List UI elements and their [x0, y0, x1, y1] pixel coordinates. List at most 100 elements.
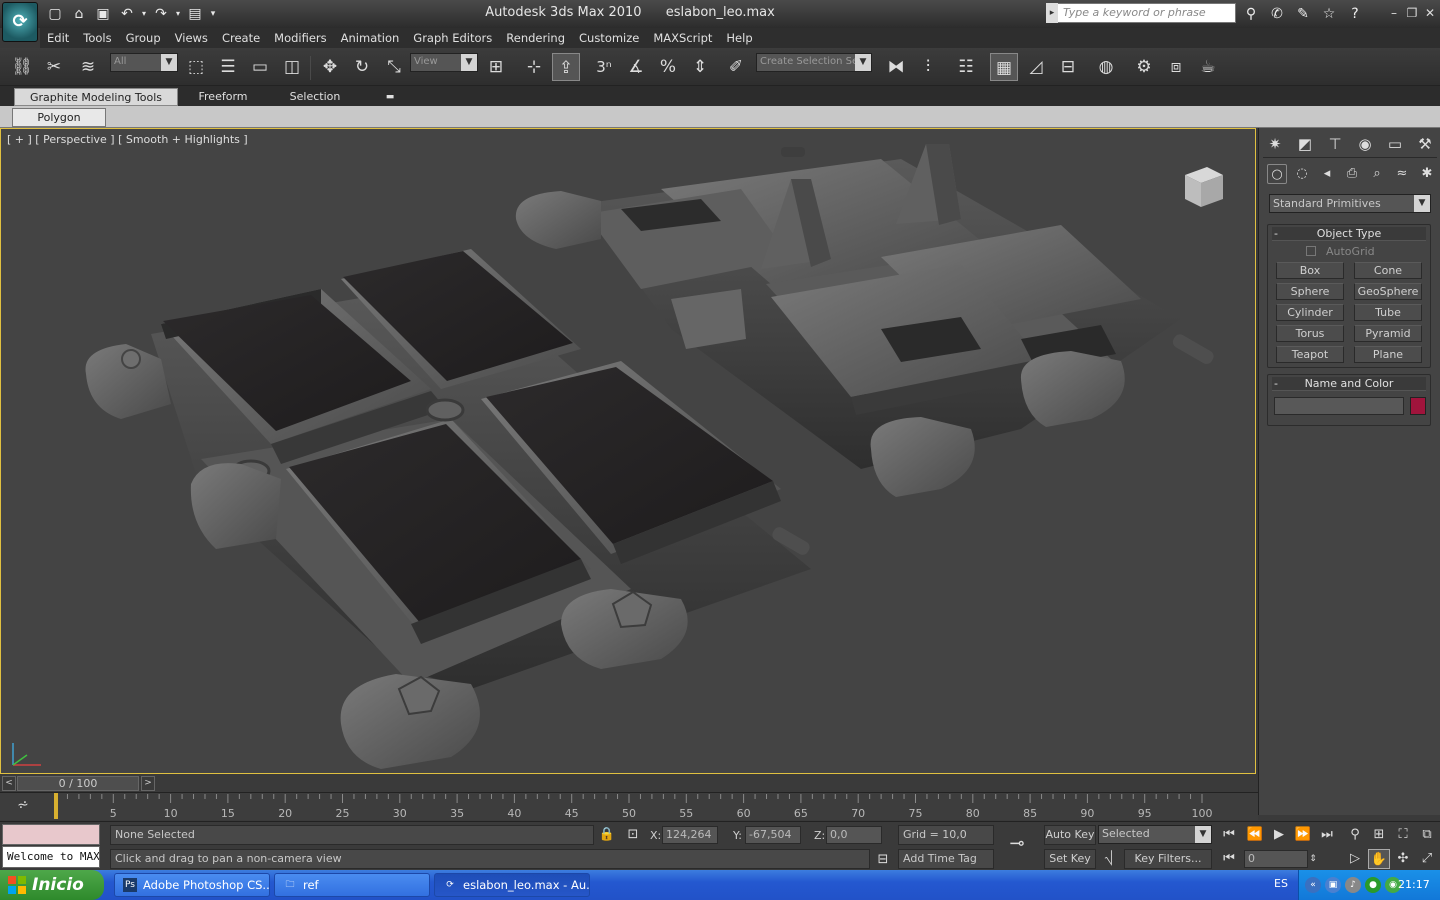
- graphite-toggle-icon[interactable]: ▦: [990, 53, 1018, 81]
- antivirus-icon[interactable]: ●: [1365, 877, 1381, 893]
- set-key-icon[interactable]: ⊸: [1006, 834, 1028, 854]
- object-type-rollout-header[interactable]: - Object Type: [1272, 227, 1426, 241]
- task-ref-folder[interactable]: 🗀 ref: [274, 873, 430, 897]
- selection-filter-dropdown[interactable]: All ▼: [110, 53, 178, 72]
- go-to-end-icon[interactable]: ⏭: [1316, 825, 1338, 845]
- maxscript-listener-input[interactable]: [2, 824, 100, 845]
- select-and-rotate-icon[interactable]: ↻: [348, 53, 376, 81]
- tab-selection[interactable]: Selection: [282, 88, 348, 106]
- communication-icon[interactable]: ✎: [1292, 3, 1314, 25]
- torus-button[interactable]: Torus: [1276, 325, 1344, 342]
- menu-edit[interactable]: Edit: [40, 28, 76, 48]
- time-tag-icon[interactable]: ⊟: [872, 850, 894, 870]
- tray-arrow-icon[interactable]: «: [1305, 877, 1321, 893]
- keyboard-shortcut-override-icon[interactable]: ⇪: [552, 53, 580, 81]
- box-button[interactable]: Box: [1276, 262, 1344, 279]
- zoom-all-icon[interactable]: ⊞: [1368, 825, 1390, 845]
- schematic-view-icon[interactable]: ⊟: [1054, 53, 1082, 81]
- task-3dsmax[interactable]: ⟳ eslabon_leo.max - Au...: [434, 873, 590, 897]
- previous-frame-icon[interactable]: <: [2, 776, 16, 791]
- primitive-category-dropdown[interactable]: Standard Primitives ▼: [1269, 194, 1431, 213]
- object-color-swatch[interactable]: [1410, 397, 1426, 415]
- angle-snap-icon[interactable]: ∡: [622, 53, 650, 81]
- favorites-star-icon[interactable]: ☆: [1318, 3, 1340, 25]
- select-object-icon[interactable]: ⬚: [182, 53, 210, 81]
- minimize-icon[interactable]: –: [1386, 4, 1402, 22]
- select-and-move-icon[interactable]: ✥: [316, 53, 344, 81]
- create-tab-icon[interactable]: ✷: [1263, 132, 1287, 156]
- help-icon[interactable]: ?: [1344, 3, 1366, 25]
- selection-lock-icon[interactable]: 🔒: [596, 825, 618, 845]
- frame-ruler[interactable]: 5 10 15 20 25 30 35 40 45 50 55 60 65 70 75 80 85 90 95 100: [52, 793, 1256, 821]
- curve-editor-mini-icon[interactable]: ⩫: [8, 797, 38, 817]
- menu-animation[interactable]: Animation: [334, 28, 407, 48]
- select-and-link-icon[interactable]: ⛓: [8, 53, 36, 81]
- named-selection-dropdown[interactable]: Create Selection Se ▼: [756, 53, 872, 72]
- menu-tools[interactable]: Tools: [76, 28, 118, 48]
- display-tab-icon[interactable]: ▭: [1383, 132, 1407, 156]
- modify-tab-icon[interactable]: ◩: [1293, 132, 1317, 156]
- next-frame-icon[interactable]: >: [141, 776, 155, 791]
- absolute-mode-transform-icon[interactable]: ⊡: [622, 825, 644, 845]
- zoom-extents-all-icon[interactable]: ⧉: [1416, 825, 1438, 845]
- menu-rendering[interactable]: Rendering: [499, 28, 572, 48]
- menu-views[interactable]: Views: [168, 28, 215, 48]
- next-key-icon[interactable]: ⏩: [1292, 825, 1314, 845]
- tab-freeform[interactable]: Freeform: [190, 88, 256, 106]
- material-editor-icon[interactable]: ◍: [1092, 53, 1120, 81]
- hierarchy-tab-icon[interactable]: ⊤: [1323, 132, 1347, 156]
- perspective-viewport[interactable]: [ + ] [ Perspective ] [ Smooth + Highlig…: [0, 128, 1256, 774]
- z-coordinate-input[interactable]: 0,0: [826, 826, 882, 844]
- align-icon[interactable]: ⫶: [914, 53, 942, 81]
- y-coordinate-input[interactable]: -67,504: [745, 826, 801, 844]
- zoom-icon[interactable]: ⚲: [1344, 825, 1366, 845]
- subscription-icon[interactable]: ✆: [1266, 3, 1288, 25]
- polygon-modeling-panel-tab[interactable]: Polygon Modeling: [12, 108, 106, 141]
- ribbon-minimize-icon[interactable]: ▬: [382, 88, 398, 106]
- zoom-extents-icon[interactable]: ⛶: [1392, 825, 1414, 845]
- bind-space-warp-icon[interactable]: ≋: [74, 53, 102, 81]
- restore-icon[interactable]: ❐: [1404, 4, 1420, 22]
- teapot-button[interactable]: Teapot: [1276, 346, 1344, 363]
- set-key-button[interactable]: Set Key: [1044, 849, 1096, 869]
- new-file-icon[interactable]: ▢: [44, 3, 66, 25]
- menu-graph-editors[interactable]: Graph Editors: [406, 28, 499, 48]
- menu-modifiers[interactable]: Modifiers: [267, 28, 334, 48]
- undo-dropdown-icon[interactable]: ▾: [140, 3, 148, 25]
- menu-group[interactable]: Group: [119, 28, 168, 48]
- x-coordinate-input[interactable]: 124,264: [662, 826, 718, 844]
- key-mode-dropdown[interactable]: Selected ▼: [1098, 825, 1212, 844]
- plane-button[interactable]: Plane: [1354, 346, 1422, 363]
- menu-help[interactable]: Help: [719, 28, 759, 48]
- render-teapot-icon[interactable]: ☕: [1194, 53, 1222, 81]
- application-button-icon[interactable]: ⟳: [2, 2, 38, 42]
- search-expand-icon[interactable]: ▸: [1046, 3, 1058, 23]
- close-icon[interactable]: ✕: [1422, 4, 1438, 22]
- key-mode-toggle-icon[interactable]: ⏮: [1218, 849, 1240, 869]
- current-frame-marker[interactable]: [54, 793, 58, 819]
- maxscript-listener-output[interactable]: Welcome to MAXScript.: [2, 846, 100, 868]
- tab-graphite-modeling-tools[interactable]: Graphite Modeling Tools: [14, 88, 178, 106]
- object-name-input[interactable]: [1274, 397, 1404, 415]
- rectangular-selection-icon[interactable]: ▭: [246, 53, 274, 81]
- space-warps-icon[interactable]: ≈: [1392, 164, 1412, 184]
- rendered-frame-window-icon[interactable]: ⧈: [1162, 53, 1190, 81]
- default-tangent-icon[interactable]: ⎷: [1098, 849, 1120, 869]
- go-to-start-icon[interactable]: ⏮: [1218, 825, 1240, 845]
- systems-icon[interactable]: ✱: [1417, 164, 1437, 184]
- cylinder-button[interactable]: Cylinder: [1276, 304, 1344, 321]
- percent-snap-icon[interactable]: %: [654, 53, 682, 81]
- pyramid-button[interactable]: Pyramid: [1354, 325, 1422, 342]
- play-icon[interactable]: ▶: [1268, 825, 1290, 845]
- menu-maxscript[interactable]: MAXScript: [646, 28, 719, 48]
- task-photoshop[interactable]: Ps Adobe Photoshop CS...: [114, 873, 270, 897]
- field-of-view-icon[interactable]: ▷: [1344, 849, 1366, 869]
- redo-icon[interactable]: ↷: [150, 3, 172, 25]
- open-file-icon[interactable]: ⌂: [68, 3, 90, 25]
- binoculars-search-icon[interactable]: ⚲: [1240, 3, 1262, 25]
- current-frame-input[interactable]: 0: [1244, 850, 1308, 868]
- save-icon[interactable]: ▣: [92, 3, 114, 25]
- time-slider-thumb[interactable]: 0 / 100: [17, 776, 139, 791]
- spinner-snap-icon[interactable]: ⇕: [686, 53, 714, 81]
- sphere-button[interactable]: Sphere: [1276, 283, 1344, 300]
